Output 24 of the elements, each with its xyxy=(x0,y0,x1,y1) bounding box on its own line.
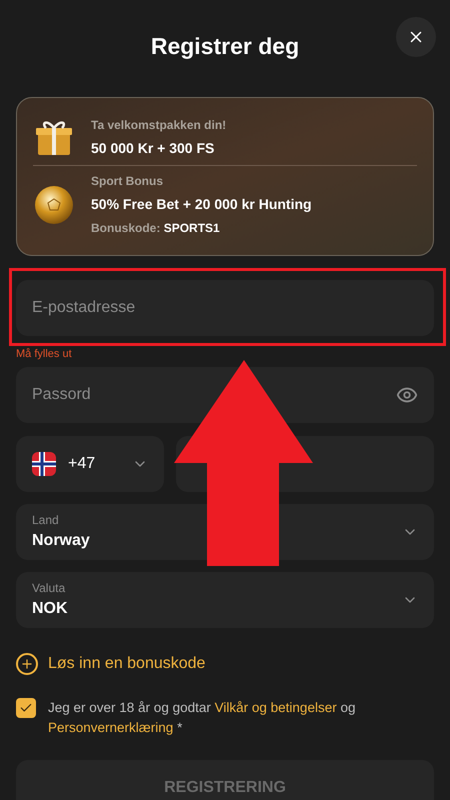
consent-checkbox[interactable] xyxy=(16,698,36,718)
error-text: Må fylles ut xyxy=(16,348,73,362)
offer-caption: Ta velkomstpakken din! xyxy=(91,117,226,134)
email-field[interactable]: E-postadresse xyxy=(16,280,434,336)
select-value: NOK xyxy=(32,599,69,619)
terms-link[interactable]: Vilkår og betingelser xyxy=(214,700,337,715)
flag-icon xyxy=(32,452,56,476)
country-code: +47 xyxy=(68,454,96,474)
select-label: Valuta xyxy=(32,580,66,597)
country-code-select[interactable]: +47 xyxy=(16,436,164,492)
offer-caption: Sport Bonus xyxy=(91,173,164,190)
select-value: Norway xyxy=(32,531,91,551)
select-label: Land xyxy=(32,512,60,529)
select-field[interactable]: Valuta NOK xyxy=(16,572,434,628)
bonus-code: Bonuskode: SPORTS1 xyxy=(91,220,221,237)
ball-icon xyxy=(33,184,75,226)
page-title: Registrer deg xyxy=(150,32,300,61)
offer-headline: 50 000 Kr + 300 FS xyxy=(91,139,216,158)
close-button[interactable] xyxy=(396,17,436,57)
consent-text: Jeg er over 18 år og godtar Vilkår og betingelser og Personvernerklæring * xyxy=(48,699,356,737)
bonus-code-link[interactable]: Løs inn en bonuskode xyxy=(16,652,206,676)
privacy-link[interactable]: Personvernerklæring xyxy=(48,720,174,735)
plus-icon xyxy=(16,653,38,675)
offer-headline: 50% Free Bet + 20 000 kr Hunting xyxy=(91,195,312,214)
